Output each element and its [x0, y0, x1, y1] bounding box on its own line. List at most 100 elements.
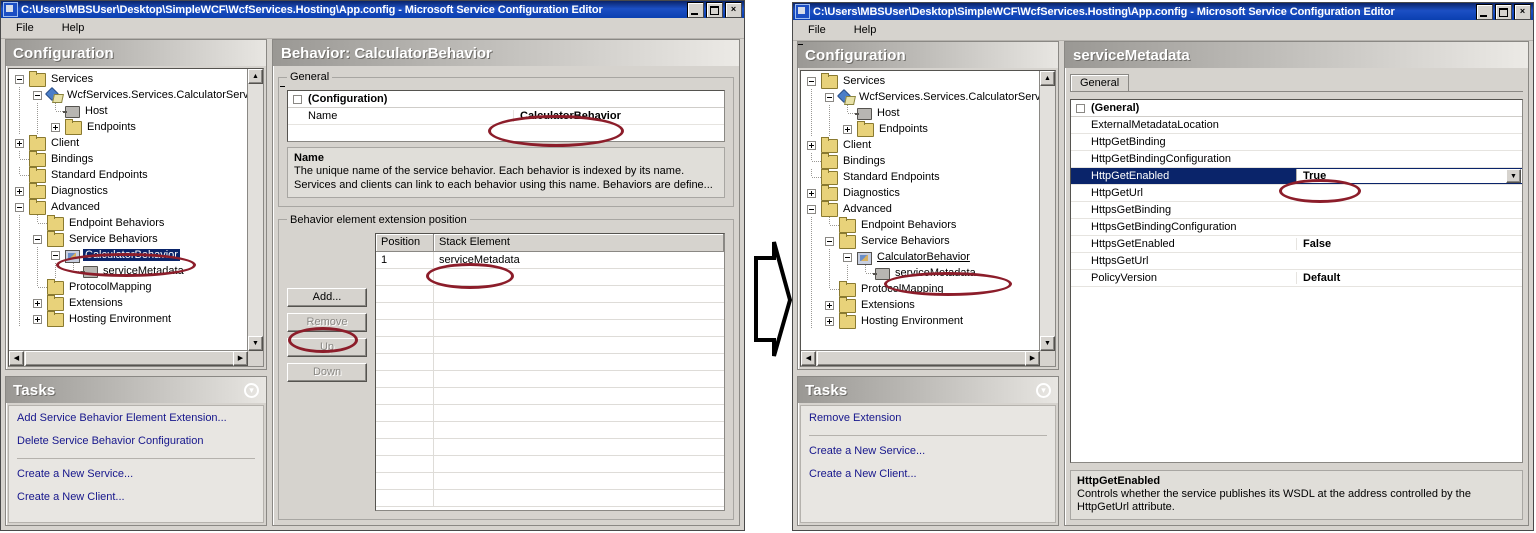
scroll-left-icon[interactable]: ◀ — [9, 351, 24, 366]
chevron-down-icon[interactable]: ▾ — [244, 382, 259, 398]
collapse-icon[interactable] — [29, 87, 47, 103]
collapse-icon[interactable] — [29, 231, 47, 247]
table-row[interactable]: 1 serviceMetadata — [376, 251, 724, 269]
tree-node[interactable]: CalculatorBehavior — [11, 247, 248, 263]
tree-node[interactable]: Standard Endpoints — [803, 168, 1040, 185]
expand-icon[interactable] — [29, 311, 47, 327]
scroll-right-icon-right[interactable]: ▶ — [1025, 351, 1040, 366]
property-name-value[interactable]: CalculatorBehavior — [513, 110, 724, 122]
hscroll-thumb-right[interactable] — [817, 351, 1055, 366]
property-row[interactable]: PolicyVersion Default — [1071, 270, 1522, 287]
tree-node[interactable]: Endpoint Behaviors — [803, 216, 1040, 233]
property-row-name[interactable]: Name CalculatorBehavior — [288, 108, 724, 125]
property-row[interactable]: ExternalMetadataLocation — [1071, 117, 1522, 134]
task-link[interactable]: Create a New Client... — [809, 468, 1047, 480]
collapse-icon[interactable] — [11, 71, 29, 87]
behavior-property-grid[interactable]: (Configuration) Name CalculatorBehavior — [287, 90, 725, 142]
tree-node[interactable]: Extensions — [803, 296, 1040, 313]
collapse-icon[interactable] — [11, 199, 29, 215]
close-button-right[interactable]: × — [1514, 3, 1531, 20]
task-link[interactable]: Create a New Service... — [17, 468, 255, 480]
tree-node[interactable]: Advanced — [11, 198, 248, 215]
property-row[interactable]: HttpGetBinding — [1071, 134, 1522, 151]
tree-node[interactable]: ProtocolMapping — [803, 280, 1040, 297]
menu-item-file[interactable]: File — [11, 20, 39, 36]
tree-node[interactable]: Endpoints — [803, 120, 1040, 137]
configuration-tree[interactable]: Services WcfServices.Services.CalculatorS… — [8, 68, 264, 367]
tree-horizontal-scrollbar-right[interactable]: ◀ ▶ — [801, 350, 1055, 366]
maximize-button[interactable] — [706, 1, 723, 18]
expand-icon[interactable] — [821, 297, 839, 313]
property-value[interactable]: True ▼ — [1296, 169, 1522, 183]
tree-node[interactable]: CalculatorBehavior — [803, 249, 1040, 265]
property-row[interactable]: HttpGetBindingConfiguration — [1071, 151, 1522, 168]
title-bar-right[interactable]: C:\Users\MBSUser\Desktop\SimpleWCF\WcfSe… — [793, 3, 1533, 20]
minimize-button-right[interactable] — [1476, 3, 1493, 20]
tree-node[interactable]: Advanced — [803, 200, 1040, 217]
collapse-icon[interactable] — [821, 233, 839, 249]
collapse-icon[interactable] — [803, 201, 821, 217]
title-bar[interactable]: C:\Users\MBSUser\Desktop\SimpleWCF\WcfSe… — [1, 1, 744, 18]
property-row[interactable]: HttpGetUrl — [1071, 185, 1522, 202]
tab-general[interactable]: General — [1070, 74, 1130, 91]
expand-icon[interactable] — [839, 121, 857, 137]
tree-node[interactable]: Bindings — [803, 152, 1040, 169]
add-button[interactable]: Add... — [287, 287, 367, 307]
tree-node[interactable]: Diagnostics — [803, 184, 1040, 201]
collapse-icon[interactable] — [803, 73, 821, 89]
tree-node[interactable]: serviceMetadata — [11, 263, 248, 279]
tree-node[interactable]: Service Behaviors — [803, 232, 1040, 249]
tree-node[interactable]: Hosting Environment — [803, 312, 1040, 329]
expand-icon[interactable] — [11, 183, 29, 199]
tree-node[interactable]: Extensions — [11, 294, 248, 311]
chevron-down-icon-right[interactable]: ▾ — [1036, 382, 1051, 398]
property-value[interactable]: Default — [1296, 272, 1522, 284]
tree-node[interactable]: Endpoints — [11, 118, 248, 135]
property-row[interactable]: HttpsGetBinding — [1071, 202, 1522, 219]
hscroll-thumb[interactable] — [25, 351, 263, 366]
tree-node[interactable]: Standard Endpoints — [11, 166, 248, 183]
task-link[interactable]: Create a New Service... — [809, 445, 1047, 457]
menu-item-help[interactable]: Help — [57, 20, 90, 36]
scroll-up-icon-right[interactable]: ▲ — [1040, 71, 1055, 86]
column-header-position[interactable]: Position — [376, 233, 434, 251]
property-row[interactable]: HttpsGetUrl — [1071, 253, 1522, 270]
tree-node[interactable]: Client — [803, 136, 1040, 153]
property-row[interactable]: HttpGetEnabled True ▼ — [1071, 168, 1522, 185]
maximize-button-right[interactable] — [1495, 3, 1512, 20]
collapse-icon-right[interactable] — [1071, 103, 1089, 113]
task-link[interactable]: Create a New Client... — [17, 491, 255, 503]
property-group-row[interactable]: (Configuration) — [288, 91, 724, 108]
service-metadata-property-grid[interactable]: (General) ExternalMetadataLocation HttpGe… — [1070, 99, 1523, 463]
tree-node[interactable]: Bindings — [11, 150, 248, 167]
menu-item-file-right[interactable]: File — [803, 22, 831, 38]
collapse-icon[interactable] — [821, 89, 839, 105]
expand-icon[interactable] — [47, 119, 65, 135]
tree-vertical-scrollbar[interactable]: ▲ ▼ — [247, 69, 263, 351]
chevron-down-icon[interactable]: ▼ — [1506, 169, 1521, 183]
tree-node[interactable]: Endpoint Behaviors — [11, 214, 248, 231]
scroll-down-icon-right[interactable]: ▼ — [1040, 336, 1055, 351]
collapse-icon[interactable] — [839, 249, 857, 265]
property-row[interactable]: HttpsGetEnabled False — [1071, 236, 1522, 253]
property-group-row-right[interactable]: (General) — [1071, 100, 1522, 117]
expand-icon[interactable] — [803, 137, 821, 153]
tree-node[interactable]: Host — [803, 105, 1040, 121]
task-link[interactable]: Delete Service Behavior Configuration — [17, 435, 255, 447]
task-link[interactable]: Remove Extension — [809, 412, 1047, 424]
tree-node[interactable]: Hosting Environment — [11, 310, 248, 327]
configuration-tree-right[interactable]: Services WcfServices.Services.CalculatorS… — [800, 70, 1056, 367]
tree-vertical-scrollbar-right[interactable]: ▲ ▼ — [1039, 71, 1055, 351]
column-header-stack-element[interactable]: Stack Element — [434, 233, 724, 251]
scroll-down-icon[interactable]: ▼ — [248, 336, 263, 351]
tree-horizontal-scrollbar[interactable]: ◀ ▶ — [9, 350, 263, 366]
collapse-icon[interactable] — [47, 247, 65, 263]
property-value[interactable]: False — [1296, 238, 1522, 250]
tree-node[interactable]: Diagnostics — [11, 182, 248, 199]
tree-node[interactable]: Host — [11, 103, 248, 119]
tree-node[interactable]: serviceMetadata — [803, 265, 1040, 281]
scroll-left-icon-right[interactable]: ◀ — [801, 351, 816, 366]
expand-icon[interactable] — [29, 295, 47, 311]
tree-node[interactable]: Services — [803, 72, 1040, 89]
expand-icon[interactable] — [11, 135, 29, 151]
